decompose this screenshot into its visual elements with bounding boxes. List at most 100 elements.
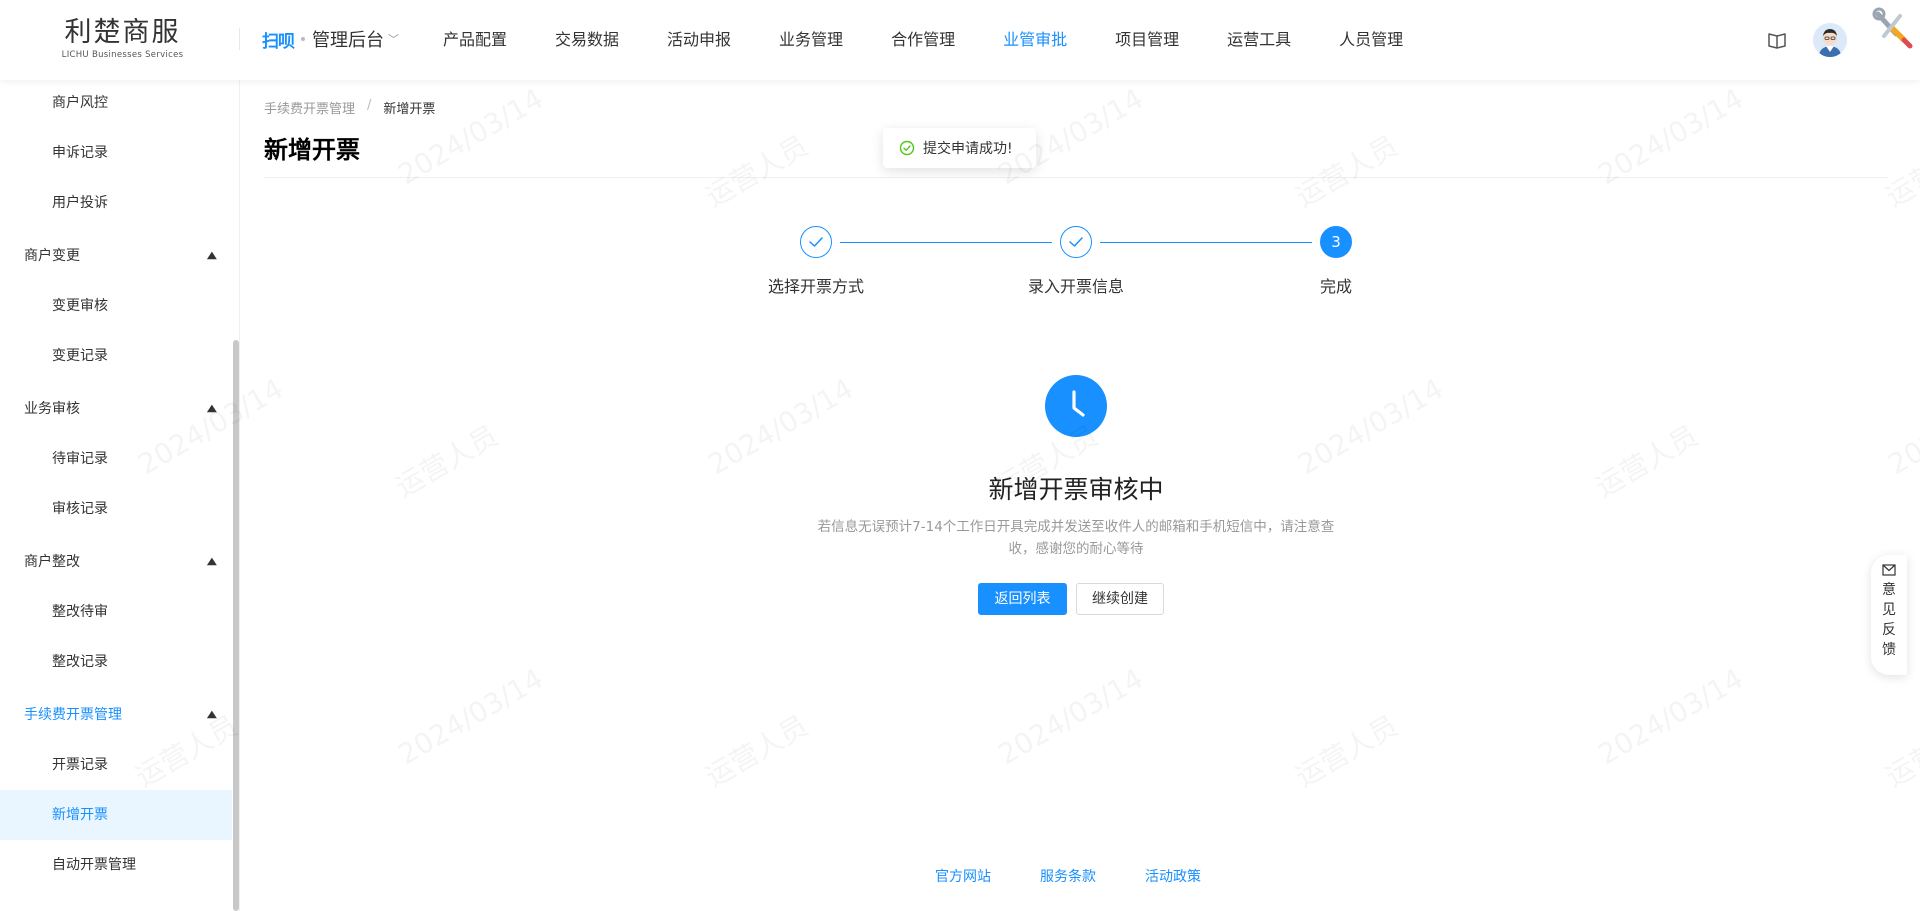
result-title: 新增开票审核中 (988, 475, 1164, 504)
breadcrumb-separator: / (367, 98, 372, 113)
sidebar-item-1[interactable]: 申诉记录 (0, 128, 232, 178)
success-toast: 提交申请成功! (883, 128, 1036, 168)
top-nav: 产品配置 交易数据 活动申报 业务管理 合作管理 业管审批 项目管理 运营工具 人员管理 (443, 0, 1451, 80)
watermark-text: 2024/03/14 (703, 372, 859, 481)
top-header: 利楚商服 LICHU Businesses Services 扫呗 管理后台 ﹀… (0, 0, 1920, 80)
clock-icon (1045, 375, 1107, 437)
sidebar-item-14[interactable]: 新增开票 (0, 790, 232, 840)
system-switcher[interactable]: 扫呗 管理后台 ﹀ (262, 26, 399, 52)
sidebar-scroll-thumb[interactable] (233, 340, 239, 911)
sidebar-item-label: 商户变更 (24, 248, 80, 264)
watermark-text: 运营人员 (1588, 415, 1705, 506)
feedback-button[interactable]: 意见反馈 (1871, 555, 1907, 675)
nav-item-4[interactable]: 合作管理 (891, 0, 955, 80)
sidebar-item-label: 变更记录 (52, 348, 108, 364)
sidebar-item-label: 新增开票 (52, 807, 108, 823)
sidebar-item-15[interactable]: 自动开票管理 (0, 840, 232, 890)
sidebar-item-label: 审核记录 (52, 501, 108, 517)
mail-icon (1882, 564, 1896, 576)
sidebar-item-label: 开票记录 (52, 757, 108, 773)
watermark-text: 运营人员 (1878, 705, 1920, 796)
sidebar-item-label: 整改待审 (52, 604, 108, 620)
watermark-text: 运营人员 (1878, 125, 1920, 216)
watermark-text: 2024/03/14 (1593, 82, 1749, 191)
watermark-text: 运营人员 (1288, 705, 1405, 796)
nav-item-2[interactable]: 活动申报 (667, 0, 731, 80)
footer-link-activity-policy[interactable]: 活动政策 (1145, 866, 1201, 886)
check-circle-icon (899, 140, 915, 156)
logo[interactable]: 利楚商服 LICHU Businesses Services (60, 18, 185, 61)
continue-create-button[interactable]: 继续创建 (1076, 583, 1164, 615)
sidebar-item-label: 变更审核 (52, 298, 108, 314)
breadcrumb-parent[interactable]: 手续费开票管理 (264, 98, 355, 117)
sidebar-item-7[interactable]: 待审记录 (0, 434, 232, 484)
sidebar-group-12[interactable]: 手续费开票管理 ▲ (0, 690, 232, 740)
sidebar-item-5[interactable]: 变更记录 (0, 331, 232, 381)
toast-message: 提交申请成功! (923, 141, 1013, 157)
sidebar-item-label: 手续费开票管理 (24, 707, 122, 723)
brand-mark: 扫呗 (262, 31, 295, 52)
sidebar-item-8[interactable]: 审核记录 (0, 484, 232, 534)
sidebar-item-label: 待审记录 (52, 451, 108, 467)
sidebar-item-2[interactable]: 用户投诉 (0, 178, 232, 228)
book-icon[interactable] (1767, 30, 1787, 50)
step-1-label: 选择开票方式 (768, 277, 865, 296)
step-3-circle: 3 (1320, 226, 1352, 258)
sidebar-group-3[interactable]: 商户变更 ▲ (0, 231, 232, 281)
sidebar-item-label: 商户风控 (52, 95, 108, 111)
nav-item-5[interactable]: 业管审批 (1003, 0, 1067, 80)
sidebar-item-label: 业务审核 (24, 401, 80, 417)
tools-icon[interactable] (1870, 6, 1914, 50)
sidebar-item-label: 整改记录 (52, 654, 108, 670)
logo-sub-text: LICHU Businesses Services (61, 50, 184, 60)
watermark-text: 运营人员 (698, 125, 815, 216)
sidebar-item-11[interactable]: 整改记录 (0, 637, 232, 687)
watermark-text: 运营人员 (1288, 125, 1405, 216)
nav-item-6[interactable]: 项目管理 (1115, 0, 1179, 80)
brand-title: 管理后台 (312, 30, 384, 51)
watermark-text: 2024/03/14 (993, 662, 1149, 771)
watermark-text: 运营人员 (388, 415, 505, 506)
check-icon (1069, 237, 1083, 247)
step-2-label: 录入开票信息 (1028, 277, 1125, 296)
chevron-up-icon: ▲ (207, 403, 218, 414)
watermark-text: 2024/03/14 (1293, 372, 1449, 481)
breadcrumb: 手续费开票管理 / 新增开票 (264, 98, 435, 117)
breadcrumb-current: 新增开票 (383, 102, 436, 117)
chevron-up-icon: ▲ (207, 556, 218, 567)
user-avatar[interactable] (1813, 23, 1847, 57)
header-divider (239, 28, 240, 50)
sidebar-item-0[interactable]: 商户风控 (0, 80, 232, 128)
sidebar-item-13[interactable]: 开票记录 (0, 740, 232, 790)
nav-item-7[interactable]: 运营工具 (1227, 0, 1291, 80)
nav-item-0[interactable]: 产品配置 (443, 0, 507, 80)
footer-link-official-site[interactable]: 官方网站 (935, 866, 991, 886)
sidebar-item-4[interactable]: 变更审核 (0, 281, 232, 331)
nav-item-1[interactable]: 交易数据 (555, 0, 619, 80)
page-title: 新增开票 (264, 136, 360, 164)
sidebar-item-label: 商户整改 (24, 554, 80, 570)
sidebar-item-10[interactable]: 整改待审 (0, 587, 232, 637)
feedback-label: 意见反馈 (1882, 582, 1896, 658)
footer-link-terms[interactable]: 服务条款 (1040, 866, 1096, 886)
nav-item-3[interactable]: 业务管理 (779, 0, 843, 80)
chevron-up-icon: ▲ (207, 250, 218, 261)
check-icon (809, 237, 823, 247)
sidebar-item-label: 申诉记录 (52, 145, 108, 161)
back-to-list-button[interactable]: 返回列表 (978, 583, 1067, 615)
sidebar-group-6[interactable]: 业务审核 ▲ (0, 384, 232, 434)
step-3-label: 完成 (1320, 277, 1353, 296)
chevron-down-icon: ﹀ (388, 33, 399, 46)
watermark-text: 2024/03/14 (393, 662, 549, 771)
result-description: 若信息无误预计7-14个工作日开具完成并发送至收件人的邮箱和手机短信中，请注意查… (817, 519, 1335, 557)
step-2-circle (1060, 226, 1092, 258)
watermark-text: 2024/03/14 (1593, 662, 1749, 771)
step-connector-2 (1100, 242, 1312, 243)
watermark-text: 2024/03/14 (1883, 372, 1920, 481)
sidebar: 商户风控 申诉记录 用户投诉 商户变更 ▲ 变更审核 变更记录 业务审核 ▲ 待审记录 审核记录 商户… (0, 80, 240, 911)
nav-item-8[interactable]: 人员管理 (1339, 0, 1403, 80)
sidebar-item-label: 自动开票管理 (52, 857, 136, 873)
brand-dot (301, 37, 305, 41)
sidebar-group-9[interactable]: 商户整改 ▲ (0, 537, 232, 587)
step-1-circle (800, 226, 832, 258)
